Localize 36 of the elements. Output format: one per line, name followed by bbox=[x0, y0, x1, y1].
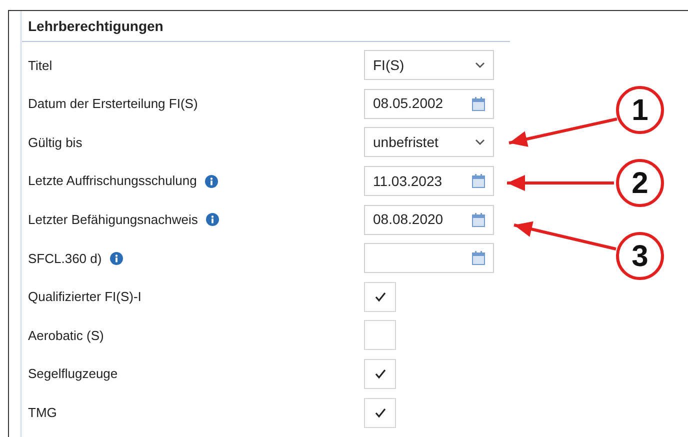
calendar-icon[interactable] bbox=[472, 251, 485, 266]
checkbox[interactable] bbox=[364, 359, 396, 390]
select-field[interactable]: FI(S) bbox=[364, 50, 494, 80]
calendar-icon[interactable] bbox=[472, 174, 485, 188]
check-icon bbox=[374, 369, 386, 380]
field-label: Segelflugzeuge bbox=[28, 365, 118, 384]
caret-icon bbox=[475, 62, 485, 68]
date-field[interactable] bbox=[364, 243, 494, 274]
callout-number: 2 bbox=[616, 159, 664, 207]
caret-icon bbox=[475, 139, 485, 146]
checkbox[interactable] bbox=[364, 320, 396, 350]
field-label: TMG bbox=[28, 404, 57, 422]
calendar-icon[interactable] bbox=[472, 212, 485, 227]
callout-number: 1 bbox=[616, 86, 664, 134]
callout-number: 3 bbox=[616, 232, 664, 280]
info-icon[interactable] bbox=[204, 174, 218, 188]
info-icon[interactable] bbox=[206, 213, 219, 226]
check-icon bbox=[374, 292, 386, 302]
checkbox[interactable] bbox=[364, 398, 396, 428]
field-label: Titel bbox=[28, 56, 52, 75]
field-label: Aerobatic (S) bbox=[28, 326, 104, 345]
check-icon bbox=[374, 408, 386, 418]
select-field[interactable]: unbefristet bbox=[364, 127, 494, 158]
section-title: Lehrberechtigungen bbox=[28, 16, 164, 36]
date-field[interactable]: 11.03.2023 bbox=[364, 166, 494, 196]
checkbox[interactable] bbox=[364, 282, 396, 312]
field-label: Qualifizierter FI(S)-I bbox=[28, 288, 142, 306]
field-label: Letzter Befähigungsnachweis bbox=[28, 210, 198, 229]
calendar-icon[interactable] bbox=[472, 96, 485, 111]
date-field[interactable]: 08.05.2002 bbox=[364, 88, 494, 119]
field-label: Gültig bis bbox=[28, 134, 82, 152]
field-label: SFCL.360 d) bbox=[28, 250, 102, 268]
date-field[interactable]: 08.08.2020 bbox=[364, 204, 494, 235]
info-icon[interactable] bbox=[110, 252, 123, 265]
field-label: Datum der Ersterteilung FI(S) bbox=[28, 95, 198, 114]
field-label: Letzte Auffrischungsschulung bbox=[28, 172, 197, 190]
